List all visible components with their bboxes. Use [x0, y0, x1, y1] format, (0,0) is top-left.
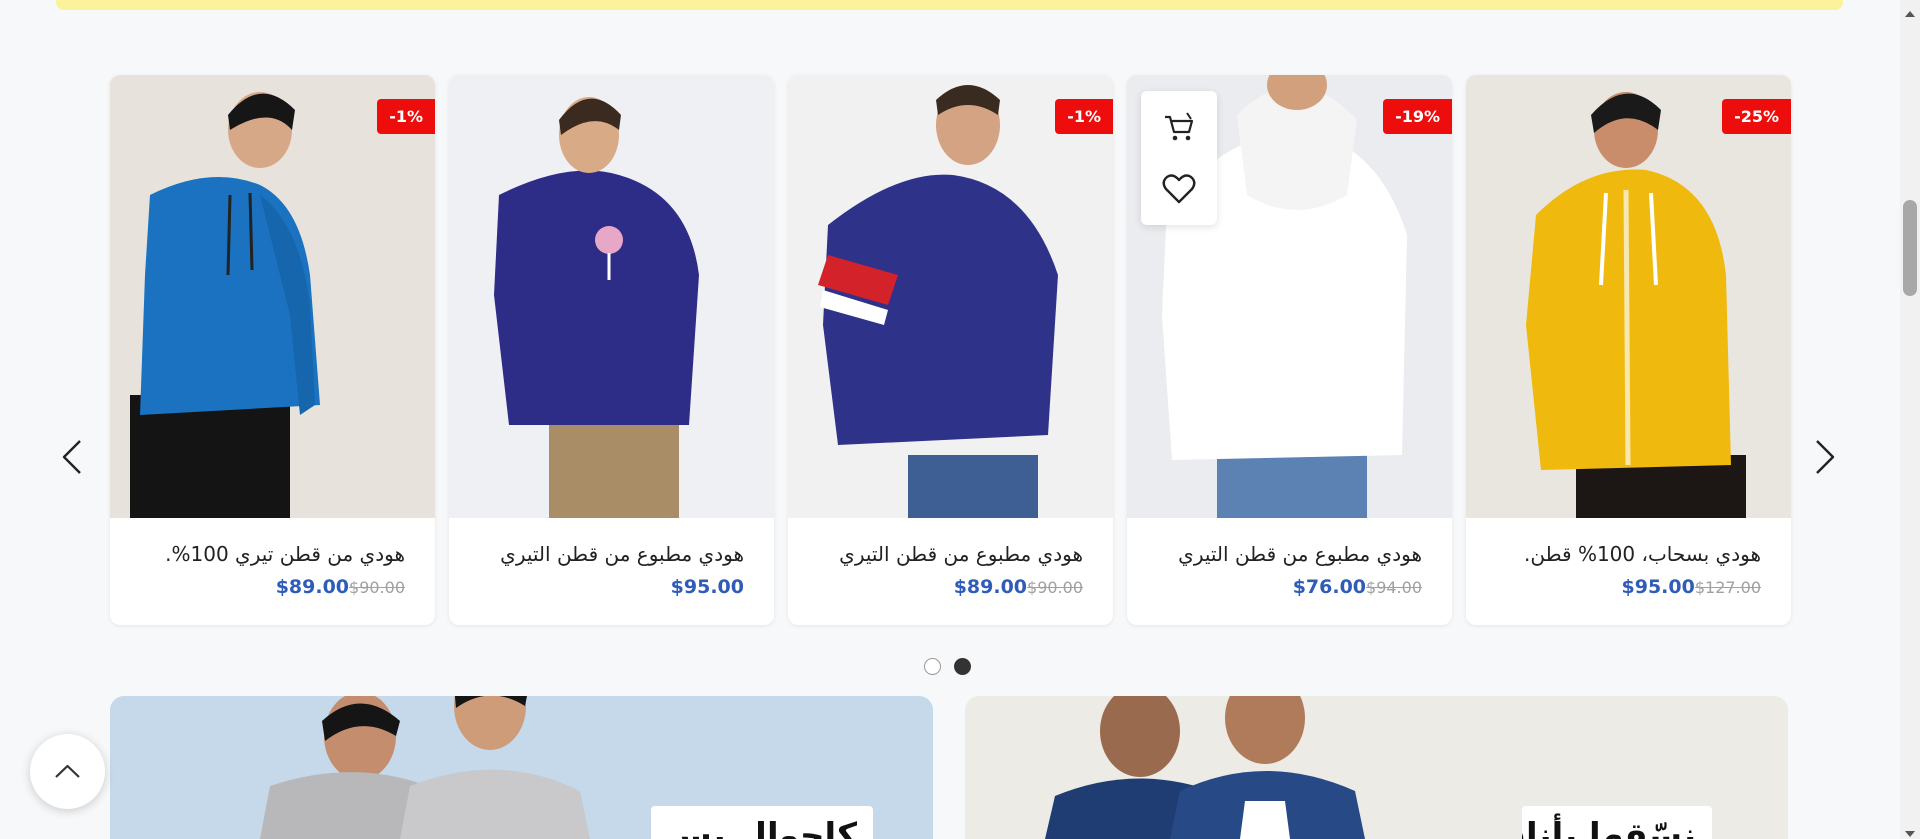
discount-badge: -1%	[1055, 99, 1113, 134]
navy-striped-hoodie-photo	[788, 75, 1113, 518]
chevron-left-icon	[62, 440, 81, 474]
scroll-thumb[interactable]	[1903, 200, 1917, 296]
scroll-up-button[interactable]	[1904, 4, 1916, 17]
product-price: $76.00	[1292, 576, 1367, 598]
shopping-cart-icon	[1165, 112, 1194, 141]
promo-banner-style[interactable]: نسّقها بأناقة	[965, 696, 1788, 839]
pagination-dot-1[interactable]	[924, 658, 941, 675]
back-to-top-button[interactable]	[30, 734, 105, 809]
product-image[interactable]: -1%	[110, 75, 435, 518]
product-image[interactable]: -19%	[1127, 75, 1452, 518]
discount-badge: -25%	[1722, 99, 1791, 134]
add-to-wishlist-button[interactable]	[1159, 169, 1199, 209]
navy-print-hoodie-photo	[449, 75, 774, 518]
product-name[interactable]: هودي مطبوع من قطن التيري	[818, 542, 1083, 566]
page: -1% هودي من قطن تيري 100%. $89.00$90.00	[0, 0, 1920, 839]
chevron-up-icon	[55, 764, 80, 778]
triangle-down-icon	[1905, 831, 1915, 837]
heart-icon	[1162, 174, 1196, 204]
carousel-prev-button[interactable]	[52, 435, 92, 479]
product-name[interactable]: هودي من قطن تيري 100%.	[140, 542, 405, 566]
product-old-price: $90.00	[1027, 578, 1083, 597]
product-carousel: -1% هودي من قطن تيري 100%. $89.00$90.00	[0, 75, 1900, 625]
carousel-next-button[interactable]	[1805, 435, 1845, 479]
product-card[interactable]: -1% هودي مطبوع من قطن التيري $89.00$90.0…	[788, 75, 1113, 625]
discount-badge: -1%	[377, 99, 435, 134]
product-old-price: $90.00	[349, 578, 405, 597]
product-card[interactable]: -19% هودي مطبوع من قطن التيري $76.00$94.…	[1127, 75, 1452, 625]
product-name[interactable]: هودي بسحاب، 100% قطن.	[1496, 542, 1761, 566]
quick-actions	[1141, 91, 1217, 225]
discount-badge: -19%	[1383, 99, 1452, 134]
product-card[interactable]: هودي مطبوع من قطن التيري $95.00	[449, 75, 774, 625]
product-old-price: $127.00	[1694, 578, 1761, 597]
promo-banner-casual[interactable]: كاجوال بس مرتب	[110, 696, 933, 839]
blue-hoodie-photo	[110, 75, 435, 518]
product-card[interactable]: -1% هودي من قطن تيري 100%. $89.00$90.00	[110, 75, 435, 625]
product-card[interactable]: -25% هودي بسحاب، 100% قطن. $95.00$127.00	[1466, 75, 1791, 625]
banner-label: نسّقها بأناقة	[1522, 806, 1712, 839]
scroll-down-button[interactable]	[1904, 824, 1916, 837]
announcement-strip	[56, 0, 1843, 10]
yellow-hoodie-photo	[1466, 75, 1791, 518]
banner-label: كاجوال بس مرتب	[651, 806, 873, 839]
product-price: $89.00	[953, 576, 1028, 598]
product-price: $89.00	[275, 576, 350, 598]
chevron-right-icon	[1816, 440, 1835, 474]
add-to-cart-button[interactable]	[1159, 107, 1199, 147]
page-scrollbar[interactable]	[1900, 0, 1920, 839]
product-old-price: $94.00	[1366, 578, 1422, 597]
product-price: $95.00	[670, 576, 744, 598]
product-name[interactable]: هودي مطبوع من قطن التيري	[479, 542, 744, 566]
product-image[interactable]	[449, 75, 774, 518]
product-name[interactable]: هودي مطبوع من قطن التيري	[1157, 542, 1422, 566]
product-price: $95.00	[1621, 576, 1695, 598]
triangle-up-icon	[1905, 11, 1915, 17]
product-image[interactable]: -1%	[788, 75, 1113, 518]
pagination-dot-2[interactable]	[954, 658, 971, 675]
product-image[interactable]: -25%	[1466, 75, 1791, 518]
